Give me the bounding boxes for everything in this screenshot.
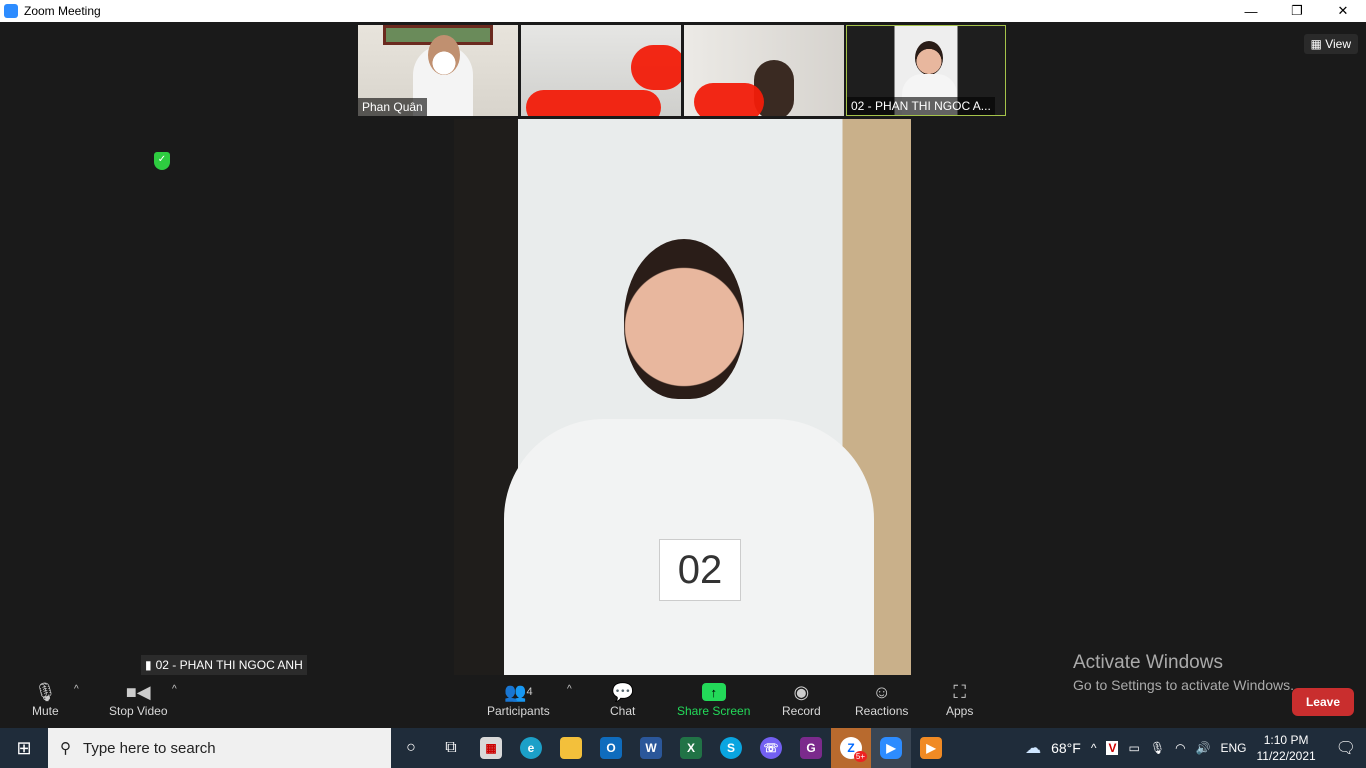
participants-icon: 👥: [504, 681, 527, 702]
participant-name: Phan Quân: [358, 98, 427, 116]
participant-thumbnail[interactable]: [684, 25, 844, 116]
speaker-video: [504, 239, 874, 675]
window-title: Zoom Meeting: [24, 4, 101, 18]
view-label: View: [1325, 37, 1351, 51]
stop-video-button[interactable]: ■◀ Stop Video: [109, 680, 168, 719]
restore-button[interactable]: ❐: [1274, 0, 1320, 22]
video-options-caret[interactable]: ^: [172, 684, 177, 695]
signal-strength-icon: ▮: [145, 658, 152, 672]
zalo-notification-badge: 5+: [853, 751, 867, 762]
participants-button[interactable]: 👥 4 Participants: [487, 680, 550, 719]
microphone-icon: 🎙: [33, 681, 57, 702]
reactions-icon: ☺: [872, 681, 891, 702]
meeting-toolbar: 🎙 Mute ^ ■◀ Stop Video ^ 👥 4 Participants ^ …: [0, 676, 1366, 728]
excel-icon[interactable]: X: [671, 728, 711, 768]
participant-thumbnail[interactable]: [521, 25, 681, 116]
microphone-tray-icon[interactable]: 🎙: [1150, 741, 1165, 755]
mute-button[interactable]: 🎙 Mute: [32, 680, 59, 719]
chat-label: Chat: [610, 704, 636, 718]
notification-center-icon[interactable]: 🗨: [1336, 738, 1356, 758]
mute-label: Mute: [32, 704, 59, 718]
leave-button[interactable]: Leave: [1291, 688, 1354, 716]
apps-icon: ⛶: [953, 681, 966, 702]
apps-button[interactable]: ⛶ Apps: [946, 680, 974, 719]
record-button[interactable]: ◉ Record: [782, 680, 821, 719]
app-icon[interactable]: ▦: [471, 728, 511, 768]
reactions-button[interactable]: ☺ Reactions: [855, 680, 909, 719]
search-placeholder: Type here to search: [83, 739, 216, 757]
speaker-name-label: ▮ 02 - PHAN THI NGOC ANH: [141, 655, 307, 675]
participants-options-caret[interactable]: ^: [567, 684, 572, 695]
zoom-logo-icon: [4, 4, 18, 18]
weather-cloud-icon[interactable]: ☁: [1025, 738, 1041, 758]
audio-options-caret[interactable]: ^: [74, 684, 79, 695]
stop-video-label: Stop Video: [109, 704, 168, 718]
clock-time: 1:10 PM: [1263, 733, 1309, 747]
participant-thumbnail[interactable]: Phan Quân: [358, 25, 518, 116]
volume-icon[interactable]: 🔊: [1196, 741, 1211, 755]
windows-taskbar: ⊞ ⚲ Type here to search ○ ⧉ ▦ e O W X S ☏…: [0, 728, 1366, 768]
cortana-icon[interactable]: ○: [391, 728, 431, 768]
share-screen-label: Share Screen: [677, 704, 751, 718]
view-button[interactable]: ▦ View: [1303, 34, 1358, 54]
zalo-icon[interactable]: Z 5+: [831, 728, 871, 768]
viber-icon[interactable]: ☏: [751, 728, 791, 768]
video-stage: Phan Quân 02 - PHAN THI NGOC A... ▦ View…: [0, 22, 1366, 676]
participants-label: Participants: [487, 704, 550, 718]
show-hidden-icons-chevron-icon[interactable]: ^: [1091, 741, 1097, 755]
chat-icon: 💬: [611, 681, 634, 702]
record-icon: ◉: [793, 681, 810, 702]
share-screen-icon: ↑: [701, 683, 726, 701]
speaker-name: 02 - PHAN THI NGOC ANH: [155, 658, 303, 672]
clock-date: 11/22/2021: [1256, 749, 1316, 763]
search-icon: ⚲: [60, 740, 71, 757]
chat-button[interactable]: 💬 Chat: [610, 680, 636, 719]
reactions-label: Reactions: [855, 704, 909, 718]
file-explorer-icon[interactable]: [551, 728, 591, 768]
skype-icon[interactable]: S: [711, 728, 751, 768]
main-video: 02: [454, 119, 911, 675]
outlook-icon[interactable]: O: [591, 728, 631, 768]
close-button[interactable]: ✕: [1320, 0, 1366, 22]
name-tag: 02: [659, 539, 741, 601]
task-view-icon[interactable]: ⧉: [431, 728, 471, 768]
apps-label: Apps: [946, 704, 974, 718]
battery-icon[interactable]: ▭: [1128, 741, 1139, 755]
share-screen-button[interactable]: ↑ Share Screen: [677, 680, 750, 718]
participant-name: 02 - PHAN THI NGOC A...: [847, 97, 995, 115]
system-tray: ☁ 68°F ^ V ▭ 🎙 ◠ 🔊 ENG 1:10 PM 11/22/2021…: [1025, 728, 1366, 768]
wifi-icon[interactable]: ◠: [1175, 741, 1185, 755]
record-label: Record: [782, 704, 821, 718]
clock[interactable]: 1:10 PM 11/22/2021: [1257, 732, 1316, 764]
weather-temp[interactable]: 68°F: [1051, 740, 1081, 756]
word-icon[interactable]: W: [631, 728, 671, 768]
taskbar-search-input[interactable]: ⚲ Type here to search: [48, 728, 391, 768]
minimize-button[interactable]: —: [1228, 0, 1274, 22]
participant-thumbnail-active[interactable]: 02 - PHAN THI NGOC A...: [846, 25, 1006, 116]
media-player-icon[interactable]: ▶: [911, 728, 951, 768]
language-indicator[interactable]: ENG: [1221, 741, 1247, 755]
windows-start-icon[interactable]: ⊞: [0, 738, 48, 759]
edge-icon[interactable]: e: [511, 728, 551, 768]
zoom-taskbar-icon[interactable]: ▶: [871, 728, 911, 768]
vivaldi-icon[interactable]: V: [1106, 741, 1119, 755]
video-camera-icon: ■◀: [125, 681, 151, 702]
title-bar: Zoom Meeting — ❐ ✕: [0, 0, 1366, 22]
participants-count: 4: [526, 686, 533, 698]
security-shield-icon[interactable]: ✓: [154, 152, 170, 170]
foxit-pdf-icon[interactable]: G: [791, 728, 831, 768]
